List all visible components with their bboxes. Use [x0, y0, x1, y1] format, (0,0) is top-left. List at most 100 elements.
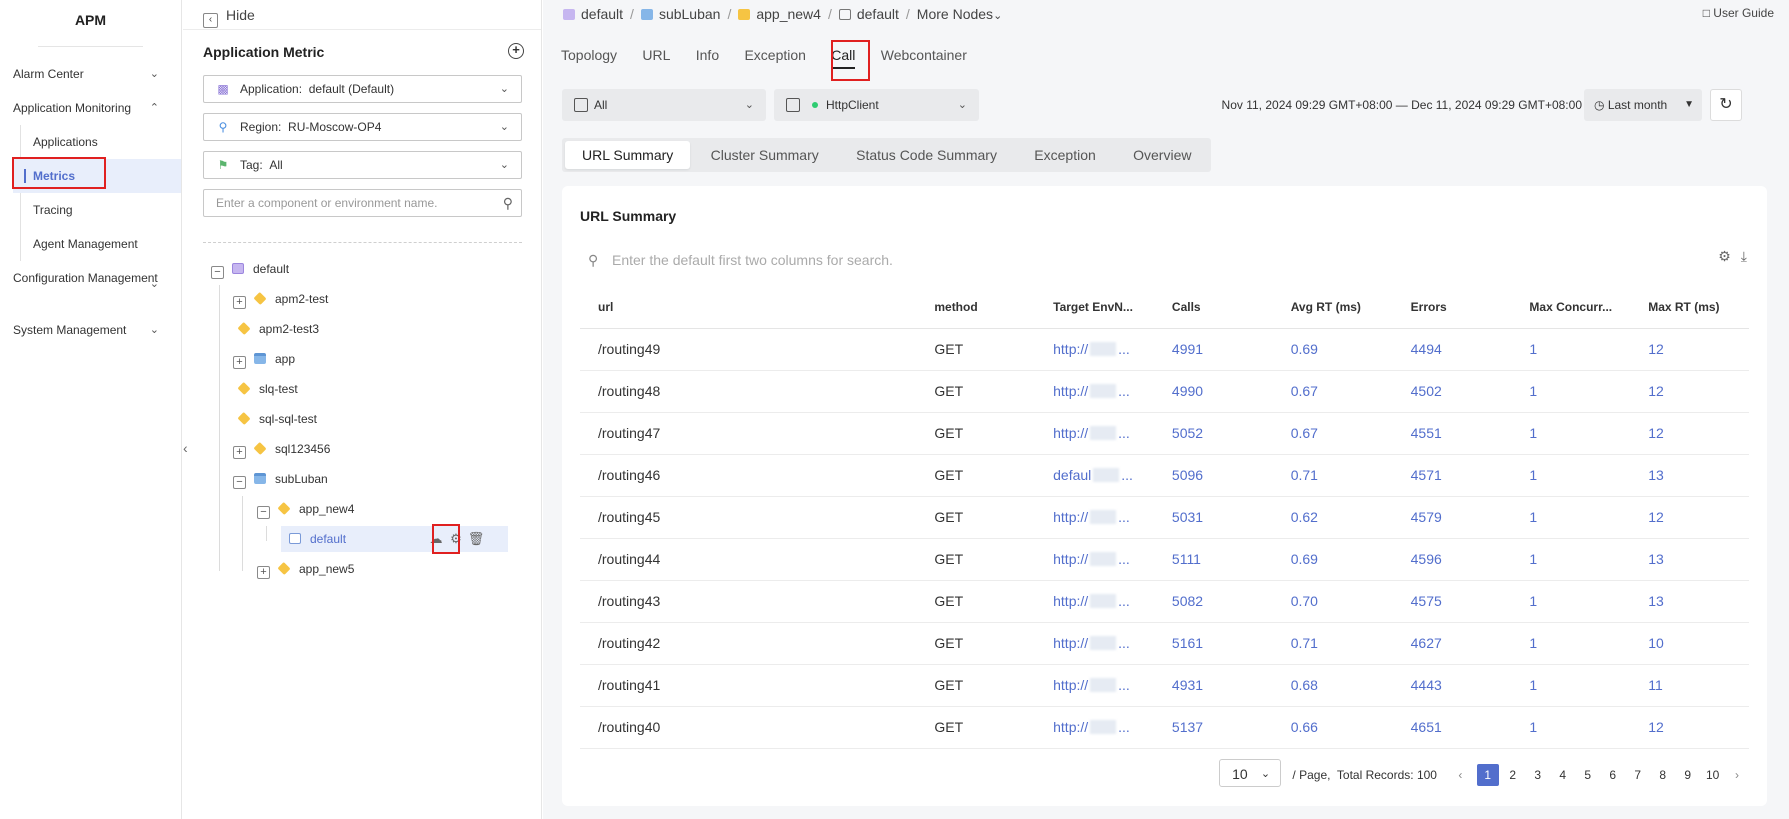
breadcrumb-item[interactable]: app_new4	[756, 6, 821, 22]
subtab-url-summary[interactable]: URL Summary	[565, 141, 691, 169]
column-header-errors[interactable]: Errors	[1392, 286, 1512, 329]
cell-avg-rt[interactable]: 0.70	[1272, 580, 1393, 623]
download-icon[interactable]: ⤓	[1741, 248, 1747, 264]
cell-target-env[interactable]: http://...	[1035, 538, 1154, 581]
collapse-icon[interactable]: −	[233, 476, 246, 489]
cell-calls[interactable]: 4991	[1153, 328, 1273, 371]
page-number[interactable]: 4	[1552, 764, 1574, 786]
nav-sub-tracing[interactable]: Tracing	[21, 193, 181, 227]
cell-errors[interactable]: 4443	[1392, 664, 1512, 707]
cell-calls[interactable]: 5096	[1153, 454, 1273, 497]
subtab-exception[interactable]: Exception	[1017, 141, 1112, 169]
tree-node-sql-sql-test[interactable]: sql-sql-test	[237, 406, 317, 432]
expand-icon[interactable]: +	[233, 446, 246, 459]
tab-info[interactable]: Info	[696, 44, 719, 76]
page-number[interactable]: 9	[1677, 764, 1699, 786]
page-size-select[interactable]: 10 ⌄	[1219, 759, 1282, 787]
cell-avg-rt[interactable]: 0.69	[1272, 328, 1393, 371]
table-search-input[interactable]: ⚲ Enter the default first two columns fo…	[580, 244, 1480, 276]
breadcrumb-item[interactable]: default	[581, 6, 623, 22]
cell-max-concurrency[interactable]: 1	[1511, 496, 1631, 539]
component-search-input[interactable]: Enter a component or environment name. ⚲	[203, 189, 522, 217]
cell-max-rt[interactable]: 10	[1630, 622, 1749, 665]
tag-select[interactable]: ⚑ Tag: All ⌄	[203, 151, 522, 179]
nav-system-management[interactable]: System Management ⌄	[0, 313, 181, 347]
cell-target-env[interactable]: http://...	[1035, 370, 1154, 413]
nav-application-monitoring[interactable]: Application Monitoring ⌃	[0, 91, 181, 125]
cell-calls[interactable]: 4931	[1153, 664, 1273, 707]
add-icon[interactable]: +	[508, 43, 524, 59]
cell-max-rt[interactable]: 12	[1630, 370, 1749, 413]
cell-max-rt[interactable]: 12	[1630, 706, 1749, 749]
cell-target-env[interactable]: http://...	[1035, 412, 1154, 455]
cell-target-env[interactable]: http://...	[1035, 328, 1154, 371]
cell-calls[interactable]: 5161	[1153, 622, 1273, 665]
column-header-avg-rt[interactable]: Avg RT (ms)	[1272, 286, 1393, 329]
cell-max-concurrency[interactable]: 1	[1511, 328, 1631, 371]
next-page-icon[interactable]: ›	[1727, 761, 1747, 789]
cell-max-concurrency[interactable]: 1	[1511, 622, 1631, 665]
tree-node-sql123456[interactable]: + sql123456	[233, 436, 330, 462]
tree-node-apm2-test3[interactable]: apm2-test3	[237, 316, 319, 342]
page-number[interactable]: 6	[1602, 764, 1624, 786]
region-select[interactable]: ⚲ Region: RU-Moscow-OP4 ⌄	[203, 113, 522, 141]
cell-errors[interactable]: 4596	[1392, 538, 1512, 581]
cell-avg-rt[interactable]: 0.67	[1272, 370, 1393, 413]
cell-avg-rt[interactable]: 0.68	[1272, 664, 1393, 707]
cell-errors[interactable]: 4551	[1392, 412, 1512, 455]
page-number[interactable]: 1	[1476, 764, 1499, 786]
nav-sub-metrics[interactable]: Metrics	[13, 159, 181, 193]
expand-icon[interactable]: +	[233, 296, 246, 309]
tree-node-slq-test[interactable]: slq-test	[237, 376, 298, 402]
page-number[interactable]: 7	[1627, 764, 1649, 786]
cell-avg-rt[interactable]: 0.71	[1272, 622, 1393, 665]
hide-panel-button[interactable]: ‹ Hide	[183, 0, 541, 30]
delete-trash-icon[interactable]: 🗑	[466, 526, 486, 552]
user-guide-link[interactable]: □ User Guide	[1703, 6, 1774, 20]
tree-node-app[interactable]: + app	[233, 346, 295, 372]
cell-avg-rt[interactable]: 0.71	[1272, 454, 1393, 497]
cell-errors[interactable]: 4651	[1392, 706, 1512, 749]
settings-gear-icon[interactable]: ⚙	[446, 526, 466, 552]
cell-target-env[interactable]: http://...	[1035, 706, 1154, 749]
breadcrumb-item[interactable]: subLuban	[659, 6, 721, 22]
period-select[interactable]: ◷ Last month ▼	[1584, 89, 1702, 121]
tab-call[interactable]: Call	[831, 44, 856, 76]
breadcrumb-more-nodes[interactable]: More Nodes	[917, 6, 993, 22]
scope-select[interactable]: All ⌄	[562, 89, 766, 121]
cell-calls[interactable]: 5111	[1153, 538, 1273, 581]
tab-url[interactable]: URL	[642, 44, 670, 76]
cell-target-env[interactable]: defaul...	[1035, 454, 1154, 497]
tab-topology[interactable]: Topology	[561, 44, 617, 76]
cell-max-concurrency[interactable]: 1	[1511, 538, 1631, 581]
subtab-overview[interactable]: Overview	[1116, 141, 1208, 169]
cell-max-rt[interactable]: 12	[1630, 328, 1749, 371]
cell-calls[interactable]: 5137	[1153, 706, 1273, 749]
cell-target-env[interactable]: http://...	[1035, 622, 1154, 665]
nav-alarm-center[interactable]: Alarm Center ⌄	[0, 57, 181, 91]
expand-icon[interactable]: +	[257, 566, 270, 579]
cell-calls[interactable]: 5082	[1153, 580, 1273, 623]
cell-avg-rt[interactable]: 0.69	[1272, 538, 1393, 581]
page-number[interactable]: 3	[1527, 764, 1549, 786]
date-range-picker[interactable]: Nov 11, 2024 09:29 GMT+08:00 — Dec 11, 2…	[1222, 89, 1582, 121]
subtab-status-code-summary[interactable]: Status Code Summary	[839, 141, 1014, 169]
cell-max-concurrency[interactable]: 1	[1511, 664, 1631, 707]
breadcrumb-item[interactable]: default	[857, 6, 899, 22]
cell-max-rt[interactable]: 12	[1630, 412, 1749, 455]
tree-node-default-env[interactable]: − default	[211, 256, 289, 282]
call-type-select[interactable]: HttpClient ⌄	[774, 89, 979, 121]
page-number[interactable]: 10	[1702, 764, 1724, 786]
column-header-calls[interactable]: Calls	[1153, 286, 1273, 329]
tree-node-subluban[interactable]: − subLuban	[233, 466, 328, 492]
cell-errors[interactable]: 4571	[1392, 454, 1512, 497]
cell-max-concurrency[interactable]: 1	[1511, 706, 1631, 749]
cell-max-concurrency[interactable]: 1	[1511, 454, 1631, 497]
cell-max-rt[interactable]: 11	[1630, 664, 1749, 707]
column-header-method[interactable]: method	[916, 286, 1036, 329]
cell-calls[interactable]: 5031	[1153, 496, 1273, 539]
column-header-max-concurrency[interactable]: Max Concurr...	[1511, 286, 1631, 329]
cell-max-concurrency[interactable]: 1	[1511, 412, 1631, 455]
tree-node-app-new5[interactable]: + app_new5	[257, 556, 354, 582]
subtab-cluster-summary[interactable]: Cluster Summary	[694, 141, 836, 169]
